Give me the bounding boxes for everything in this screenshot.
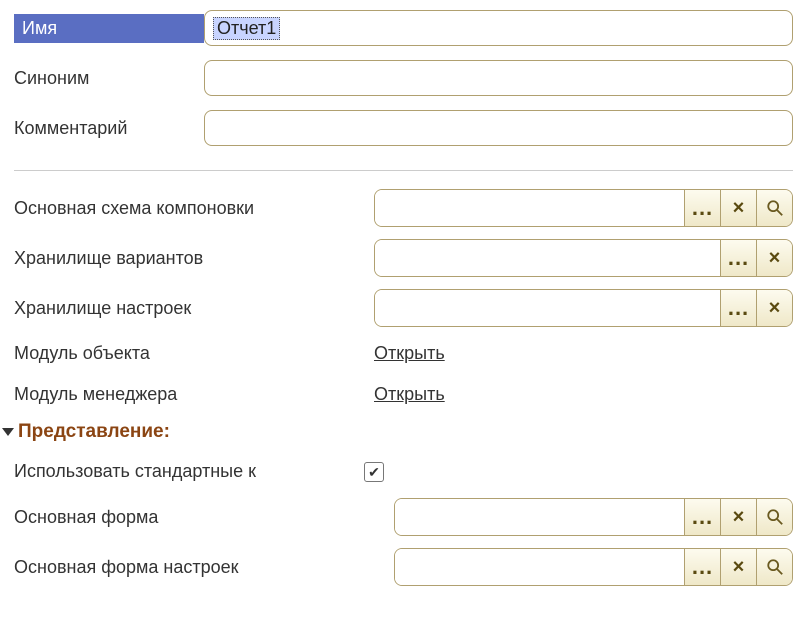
variants-store-label: Хранилище вариантов [14, 244, 374, 273]
object-module-open-link[interactable]: Открыть [374, 343, 445, 363]
clear-button[interactable]: × [720, 190, 756, 226]
magnifier-icon [766, 558, 784, 576]
use-std-commands-checkbox[interactable] [364, 462, 384, 482]
main-settings-form-label: Основная форма настроек [14, 553, 394, 582]
settings-store-combo[interactable]: ... × [374, 289, 793, 327]
main-layout-label: Основная схема компоновки [14, 194, 374, 223]
manager-module-label: Модуль менеджера [14, 380, 374, 409]
select-button[interactable]: ... [684, 190, 720, 226]
clear-button[interactable]: × [756, 240, 792, 276]
presentation-section-header[interactable]: Представление: [2, 421, 793, 443]
select-button[interactable]: ... [684, 549, 720, 585]
variants-store-combo[interactable]: ... × [374, 239, 793, 277]
search-button[interactable] [756, 190, 792, 226]
name-input[interactable]: Отчет1 [204, 10, 793, 46]
variants-store-input[interactable] [375, 240, 720, 276]
manager-module-open-link[interactable]: Открыть [374, 384, 445, 404]
comment-input[interactable] [204, 110, 793, 146]
select-button[interactable]: ... [684, 499, 720, 535]
name-value: Отчет1 [213, 17, 280, 40]
select-button[interactable]: ... [720, 240, 756, 276]
magnifier-icon [766, 508, 784, 526]
main-layout-input[interactable] [375, 190, 684, 226]
settings-store-input[interactable] [375, 290, 720, 326]
main-layout-combo[interactable]: ... × [374, 189, 793, 227]
collapse-icon [2, 428, 14, 436]
settings-store-label: Хранилище настроек [14, 294, 374, 323]
search-button[interactable] [756, 499, 792, 535]
main-settings-form-combo[interactable]: ... × [394, 548, 793, 586]
main-form-label: Основная форма [14, 503, 394, 532]
magnifier-icon [766, 199, 784, 217]
main-form-combo[interactable]: ... × [394, 498, 793, 536]
clear-button[interactable]: × [756, 290, 792, 326]
presentation-header-text: Представление: [18, 421, 170, 443]
search-button[interactable] [756, 549, 792, 585]
object-module-label: Модуль объекта [14, 339, 374, 368]
clear-button[interactable]: × [720, 549, 756, 585]
synonym-label: Синоним [14, 64, 204, 93]
comment-label: Комментарий [14, 114, 204, 143]
clear-button[interactable]: × [720, 499, 756, 535]
main-form-input[interactable] [395, 499, 684, 535]
use-std-commands-label: Использовать стандартные к [14, 457, 364, 486]
synonym-input[interactable] [204, 60, 793, 96]
divider [14, 170, 793, 171]
select-button[interactable]: ... [720, 290, 756, 326]
name-label: Имя [14, 14, 204, 43]
main-settings-form-input[interactable] [395, 549, 684, 585]
